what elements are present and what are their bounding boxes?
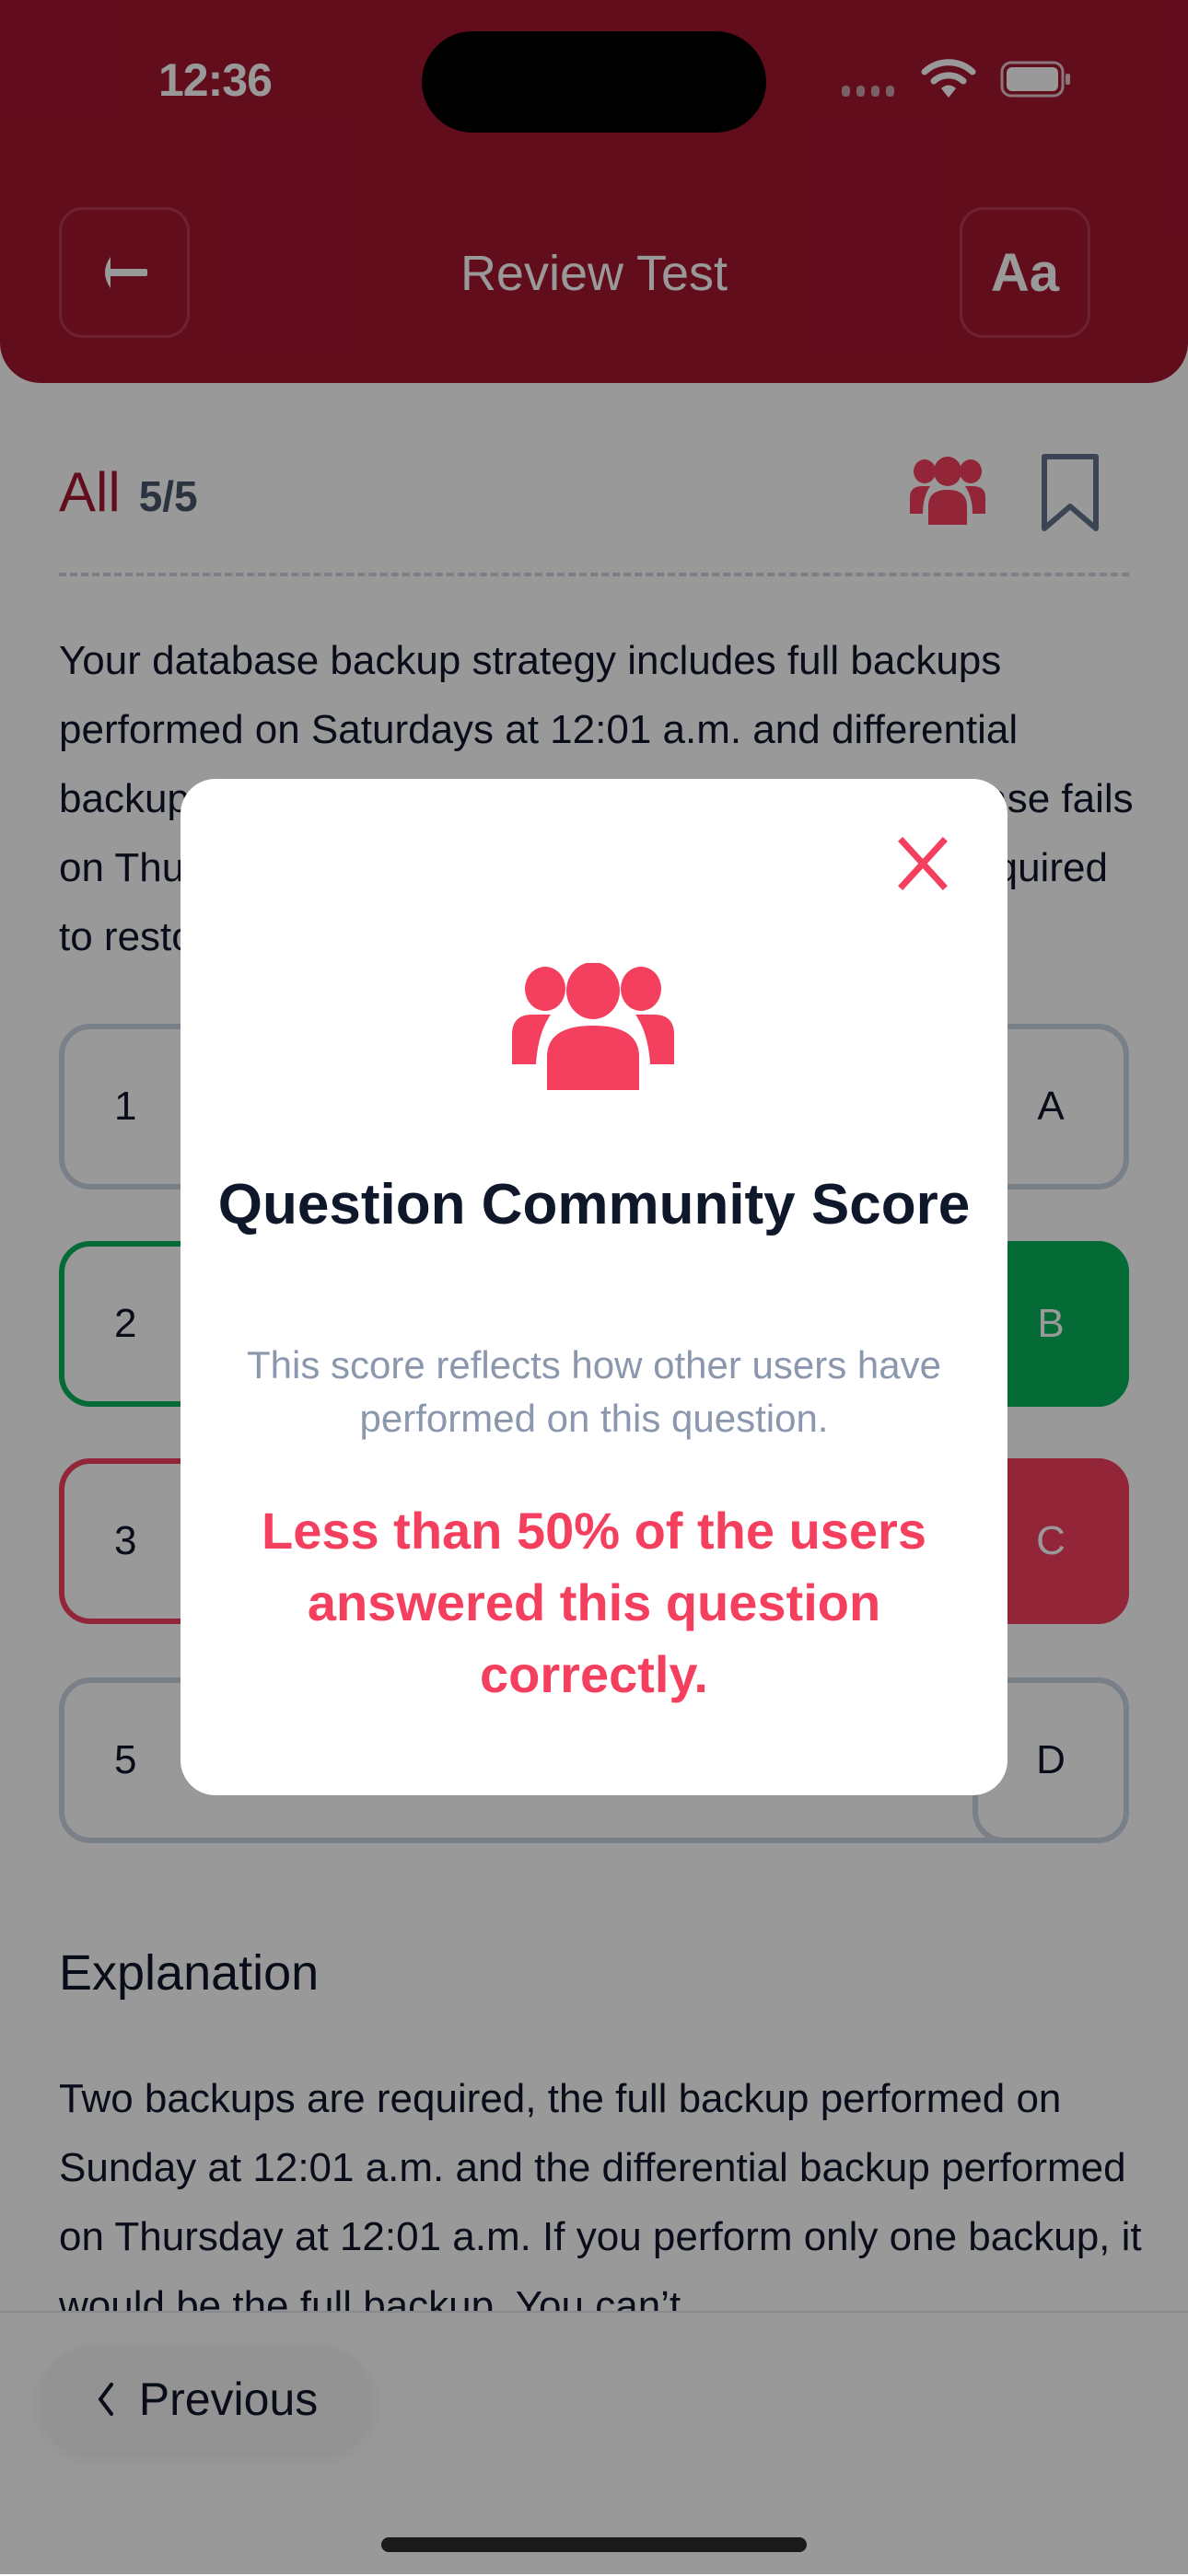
community-score-result: Less than 50% of the users answered this… <box>261 1502 926 1703</box>
modal-title: Question Community Score <box>217 1173 971 1236</box>
community-icon <box>512 963 674 1090</box>
community-score-modal: Question Community Score This score refl… <box>181 779 1007 1795</box>
home-indicator[interactable] <box>381 2537 807 2552</box>
close-icon[interactable] <box>895 836 950 891</box>
modal-subtitle: This score reflects how other users have… <box>247 1343 941 1440</box>
